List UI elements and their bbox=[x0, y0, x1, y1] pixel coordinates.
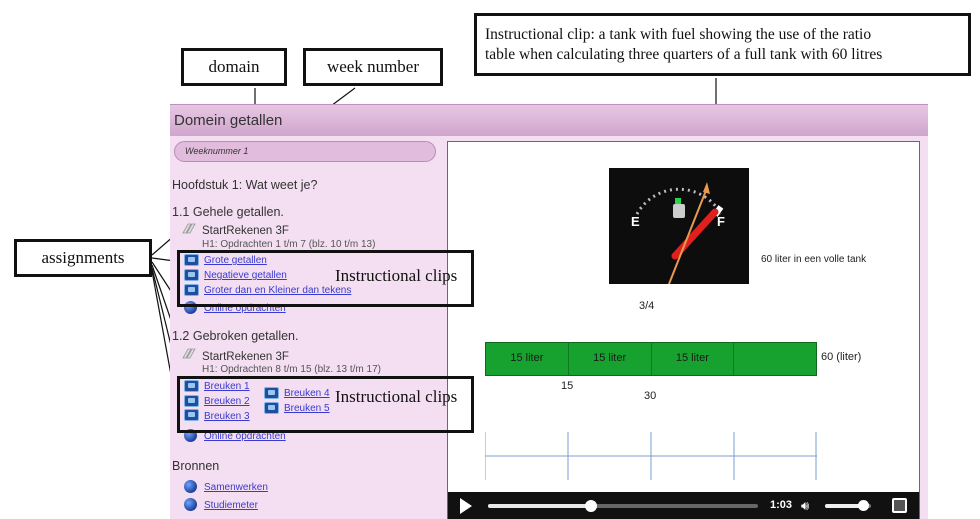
course-app-window: Domein getallen Weeknummer 1 Hoofdstuk 1… bbox=[170, 104, 928, 519]
domain-header: Domein getallen bbox=[170, 104, 928, 136]
section-2-title: 1.2 Gebroken getallen. bbox=[172, 329, 299, 343]
domain-title: Domein getallen bbox=[174, 112, 283, 129]
ratio-total-label: 60 (liter) bbox=[821, 351, 862, 363]
book-subtitle-2: H1: Opdrachten 8 t/m 15 (blz. 13 t/m 17) bbox=[202, 364, 381, 375]
clip-callout-line-1: Instructional clip: a tank with fuel sho… bbox=[485, 26, 872, 44]
assignments-callout: assignments bbox=[14, 239, 152, 277]
volume-slider[interactable] bbox=[825, 500, 871, 511]
section-1-title: 1.1 Gehele getallen. bbox=[172, 205, 284, 219]
ratio-cell: 15 liter bbox=[569, 343, 652, 375]
instructional-clips-label-1: Instructional clips bbox=[335, 266, 458, 285]
clip-callout-line-2: table when calculating three quarters of… bbox=[485, 45, 883, 63]
instructional-clips-callout-2: Instructional clips bbox=[177, 376, 474, 433]
week-number-pill[interactable]: Weeknummer 1 bbox=[174, 141, 436, 162]
progress-bar[interactable] bbox=[488, 500, 758, 512]
instructional-clips-label-2: Instructional clips bbox=[335, 387, 458, 406]
fullscreen-icon[interactable] bbox=[892, 498, 907, 513]
ratio-table-bar: 15 liter 15 liter 15 liter bbox=[485, 342, 817, 376]
domain-callout: domain bbox=[181, 48, 287, 86]
sidebar: Hoofdstuk 1: Wat weet je? 1.1 Gehele get… bbox=[170, 168, 445, 519]
play-icon[interactable] bbox=[460, 498, 472, 514]
sources-title: Bronnen bbox=[172, 459, 220, 473]
instructional-clips-callout-1: Instructional clips bbox=[177, 250, 474, 307]
ratio-value-30: 30 bbox=[644, 390, 657, 402]
instructional-clip-callout: Instructional clip: a tank with fuel sho… bbox=[474, 13, 971, 76]
book-icon bbox=[182, 348, 196, 359]
time-display: 1:03 bbox=[770, 499, 793, 511]
fuel-gauge: E F bbox=[609, 168, 749, 285]
video-player[interactable]: E F 60 liter in een volle tank 3/4 15 li… bbox=[447, 141, 920, 519]
gauge-empty-label: E bbox=[631, 214, 640, 229]
progress-fill bbox=[488, 504, 591, 508]
ratio-cell: 15 liter bbox=[652, 343, 735, 375]
book-title-1: StartRekenen 3F bbox=[202, 225, 289, 237]
fuel-gauge-dial bbox=[635, 182, 724, 285]
volume-icon[interactable]: 🔊︎ bbox=[801, 498, 821, 513]
player-controls: 1:03 🔊︎ bbox=[448, 492, 919, 519]
ratio-cell bbox=[734, 343, 816, 375]
full-tank-caption: 60 liter in een volle tank bbox=[761, 254, 867, 265]
source-link-studiemeter[interactable]: Studiemeter bbox=[204, 500, 258, 511]
globe-icon bbox=[184, 498, 197, 511]
book-icon bbox=[182, 223, 196, 234]
ratio-value-15: 15 bbox=[561, 380, 574, 392]
source-link-samenwerken[interactable]: Samenwerken bbox=[204, 482, 268, 493]
week-number-callout-text: week number bbox=[326, 57, 420, 77]
globe-icon bbox=[184, 480, 197, 493]
book-subtitle-1: H1: Opdrachten 1 t/m 7 (blz. 10 t/m 13) bbox=[202, 239, 376, 250]
domain-callout-text: domain bbox=[208, 57, 260, 77]
gauge-full-label: F bbox=[717, 214, 725, 229]
ratio-cell: 15 liter bbox=[486, 343, 569, 375]
book-title-2: StartRekenen 3F bbox=[202, 351, 289, 363]
chapter-title: Hoofdstuk 1: Wat weet je? bbox=[172, 178, 318, 192]
week-number-label: Weeknummer 1 bbox=[185, 146, 249, 156]
empty-ratio-table bbox=[485, 432, 817, 480]
week-number-callout: week number bbox=[303, 48, 443, 86]
assignments-callout-text: assignments bbox=[41, 248, 125, 268]
progress-handle[interactable] bbox=[584, 500, 597, 512]
volume-handle[interactable] bbox=[857, 500, 869, 511]
fraction-label: 3/4 bbox=[639, 300, 655, 312]
